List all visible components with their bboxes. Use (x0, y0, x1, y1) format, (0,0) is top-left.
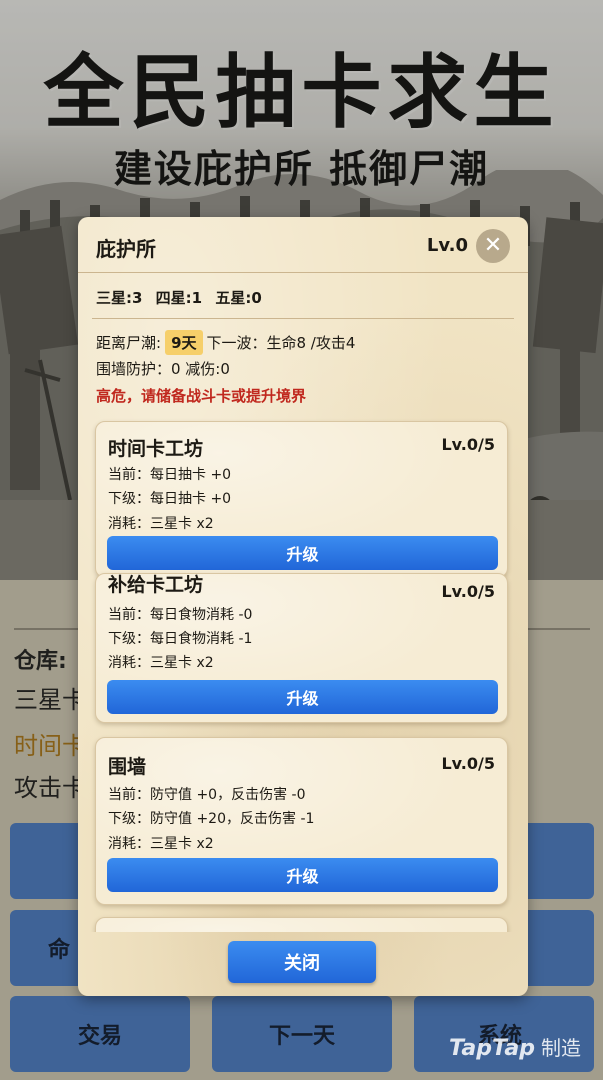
facility-list[interactable]: 时间卡工坊 Lv.0/5 当前：每日抽卡 +0 下级：每日抽卡 +0 消耗：三星… (78, 417, 528, 932)
watermark-suffix: 制造 (541, 1036, 581, 1060)
facility-name: 围墙 (108, 756, 147, 778)
shelter-level: Lv.0 (426, 235, 468, 256)
facility-level: Lv.0/5 (441, 754, 495, 773)
facility-current: 当前：每日食物消耗 -0 (108, 607, 253, 623)
facility-level: Lv.0/5 (441, 435, 495, 454)
taptap-watermark: TapTap 制造 (449, 1032, 581, 1061)
three-star-count: 三星:3 (96, 289, 143, 307)
dialog-title: 庇护所 (96, 237, 156, 261)
zombie-days-badge: 9天 (165, 330, 203, 355)
five-star-count: 五星:0 (215, 289, 262, 307)
facility-card-partial (95, 917, 508, 932)
facility-current: 当前：每日抽卡 +0 (108, 467, 232, 483)
upgrade-button[interactable]: 升级 (107, 680, 498, 714)
divider (92, 318, 514, 319)
zombie-tide-label: 距离尸潮: (96, 334, 162, 352)
danger-warning: 高危，请储备战斗卡或提升境界 (96, 387, 307, 405)
facility-card-time-workshop: 时间卡工坊 Lv.0/5 当前：每日抽卡 +0 下级：每日抽卡 +0 消耗：三星… (95, 421, 508, 578)
upgrade-button[interactable]: 升级 (107, 858, 498, 892)
zombie-tide-info: 距离尸潮: 9天 下一波：生命8 /攻击4 (96, 330, 355, 355)
dialog-header: 庇护所 Lv.0 ✕ (78, 217, 528, 273)
facility-next: 下级：防守值 +20，反击伤害 -1 (108, 811, 315, 827)
wall-defense-info: 围墙防护：0 减伤:0 (96, 360, 230, 378)
facility-next: 下级：每日食物消耗 -1 (108, 631, 253, 647)
facility-level: Lv.0/5 (441, 582, 495, 601)
four-star-count: 四星:1 (155, 289, 203, 307)
watermark-logo-text: TapTap (449, 1036, 535, 1061)
close-button[interactable]: 关闭 (228, 941, 376, 983)
shelter-dialog: 庇护所 Lv.0 ✕ 三星:3 四星:1 五星:0 距离尸潮: 9天 下一波：生命8… (78, 217, 528, 996)
upgrade-button[interactable]: 升级 (107, 536, 498, 570)
next-wave-info: 下一波：生命8 /攻击4 (206, 334, 356, 352)
facility-card-wall: 围墙 Lv.0/5 当前：防守值 +0，反击伤害 -0 下级：防守值 +20，反… (95, 737, 508, 905)
facility-card-supply-workshop: 补给卡工坊 Lv.0/5 当前：每日食物消耗 -0 下级：每日食物消耗 -1 消… (95, 573, 508, 723)
facility-next: 下级：每日抽卡 +0 (108, 491, 232, 507)
facility-cost: 消耗：三星卡 x2 (108, 655, 214, 671)
facility-name: 时间卡工坊 (108, 438, 204, 460)
star-card-counts: 三星:3 四星:1 五星:0 (96, 287, 270, 308)
facility-name: 补给卡工坊 (108, 574, 204, 596)
close-icon[interactable]: ✕ (476, 229, 510, 263)
facility-current: 当前：防守值 +0，反击伤害 -0 (108, 787, 306, 803)
facility-cost: 消耗：三星卡 x2 (108, 516, 214, 532)
facility-cost: 消耗：三星卡 x2 (108, 836, 214, 852)
